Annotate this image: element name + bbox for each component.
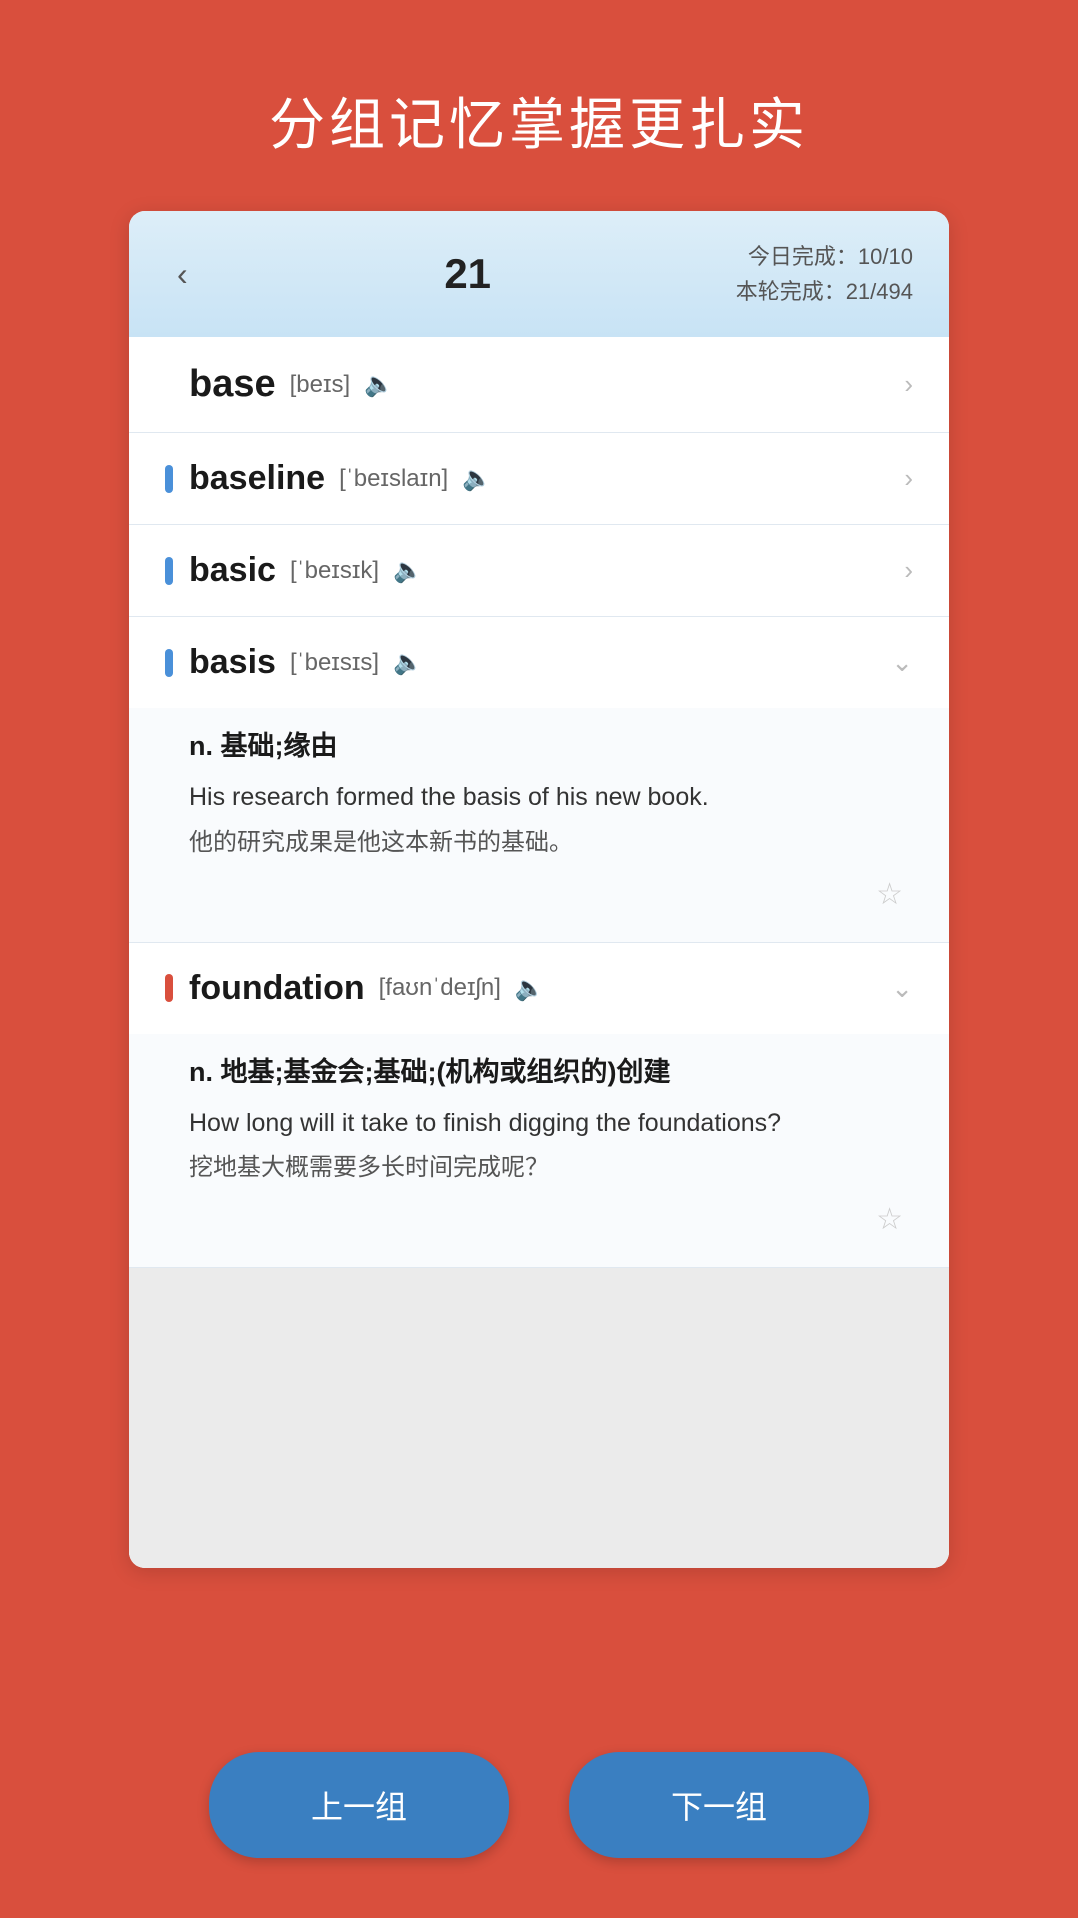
word-row-header-baseline[interactable]: baseline [ˈbeɪslaɪn] 🔈 › [129, 433, 949, 524]
word-detail-basis: n. 基础;缘由 His research formed the basis o… [129, 708, 949, 942]
bottom-buttons: 上一组 下一组 [0, 1752, 1078, 1858]
chevron-right-icon-basic: › [904, 555, 913, 586]
word-phonetic-foundation: [faʊnˈdeɪʃn] [379, 974, 501, 1002]
card-number: 21 [444, 250, 491, 298]
word-row: foundation [faʊnˈdeɪʃn] 🔈 ⌄ n. 地基;基金会;基础… [129, 943, 949, 1269]
sound-icon-foundation[interactable]: 🔈 [515, 974, 545, 1003]
star-icon-basis[interactable]: ☆ [189, 877, 913, 912]
daily-progress: 今日完成：10/10 [736, 239, 913, 274]
word-example-en-foundation: How long will it take to finish digging … [189, 1105, 913, 1143]
chevron-right-icon-base: › [904, 369, 913, 400]
bottom-area [129, 1268, 949, 1568]
chevron-right-icon-baseline: › [904, 463, 913, 494]
sound-icon-basis[interactable]: 🔈 [393, 648, 423, 677]
word-example-zh-basis: 他的研究成果是他这本新书的基础。 [189, 825, 913, 861]
round-progress: 本轮完成：21/494 [736, 274, 913, 309]
word-indicator-basic [165, 557, 173, 585]
word-row-header-basis[interactable]: basis [ˈbeɪsɪs] 🔈 ⌄ [129, 617, 949, 708]
word-phonetic-base: [beɪs] [290, 371, 351, 399]
sound-icon-base[interactable]: 🔈 [364, 370, 394, 399]
word-text-baseline: baseline [189, 459, 325, 498]
word-text-basis: basis [189, 643, 276, 682]
word-definition-basis: n. 基础;缘由 [189, 724, 913, 763]
word-text-base: base [189, 363, 276, 406]
word-indicator-foundation [165, 974, 173, 1002]
page-title: 分组记忆掌握更扎实 [269, 80, 809, 161]
word-row: base [beɪs] 🔈 › [129, 337, 949, 433]
back-button[interactable]: ‹ [165, 252, 200, 297]
word-indicator-base [165, 371, 173, 399]
word-example-en-basis: His research formed the basis of his new… [189, 779, 913, 817]
sound-icon-basic[interactable]: 🔈 [393, 556, 423, 585]
word-phonetic-baseline: [ˈbeɪslaɪn] [339, 465, 448, 493]
next-group-button[interactable]: 下一组 [569, 1752, 869, 1858]
word-example-zh-foundation: 挖地基大概需要多长时间完成呢？ [189, 1150, 913, 1186]
word-row: basic [ˈbeɪsɪk] 🔈 › [129, 525, 949, 617]
word-card: ‹ 21 今日完成：10/10 本轮完成：21/494 base [beɪs] … [129, 211, 949, 1568]
progress-info: 今日完成：10/10 本轮完成：21/494 [736, 239, 913, 309]
word-detail-foundation: n. 地基;基金会;基础;(机构或组织的)创建 How long will it… [129, 1034, 949, 1268]
word-phonetic-basis: [ˈbeɪsɪs] [290, 649, 379, 677]
chevron-down-icon-foundation: ⌄ [891, 973, 913, 1004]
word-text-basic: basic [189, 551, 276, 590]
word-definition-foundation: n. 地基;基金会;基础;(机构或组织的)创建 [189, 1050, 913, 1089]
word-list: base [beɪs] 🔈 › baseline [ˈbeɪslaɪn] 🔈 ›… [129, 337, 949, 1568]
sound-icon-baseline[interactable]: 🔈 [462, 464, 492, 493]
card-header: ‹ 21 今日完成：10/10 本轮完成：21/494 [129, 211, 949, 337]
word-row-header-basic[interactable]: basic [ˈbeɪsɪk] 🔈 › [129, 525, 949, 616]
word-row: basis [ˈbeɪsɪs] 🔈 ⌄ n. 基础;缘由 His researc… [129, 617, 949, 943]
star-icon-foundation[interactable]: ☆ [189, 1202, 913, 1237]
word-phonetic-basic: [ˈbeɪsɪk] [290, 557, 379, 585]
word-row-header-base[interactable]: base [beɪs] 🔈 › [129, 337, 949, 432]
word-text-foundation: foundation [189, 969, 365, 1008]
word-indicator-baseline [165, 465, 173, 493]
chevron-down-icon-basis: ⌄ [891, 647, 913, 678]
prev-group-button[interactable]: 上一组 [209, 1752, 509, 1858]
word-row-header-foundation[interactable]: foundation [faʊnˈdeɪʃn] 🔈 ⌄ [129, 943, 949, 1034]
word-row: baseline [ˈbeɪslaɪn] 🔈 › [129, 433, 949, 525]
word-indicator-basis [165, 649, 173, 677]
